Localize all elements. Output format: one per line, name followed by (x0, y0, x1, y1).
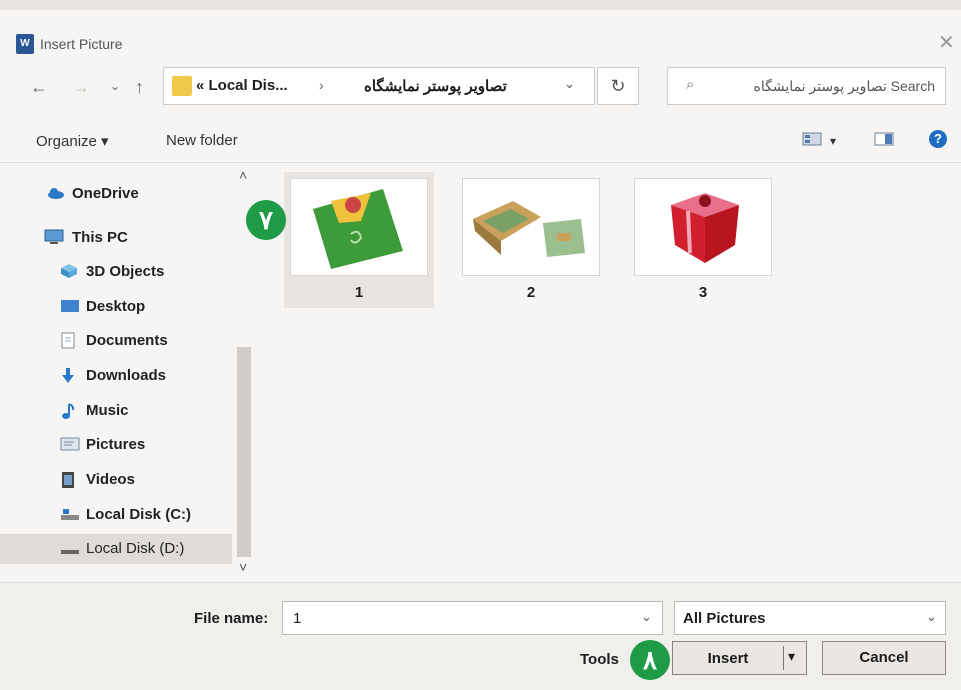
breadcrumb-separator-icon[interactable]: › (319, 77, 324, 93)
title-bar: W Insert Picture ✕ (0, 10, 961, 60)
view-options-icon[interactable] (802, 132, 822, 146)
sidebar-item-label: This PC (72, 229, 128, 246)
music-icon (60, 402, 78, 419)
address-prefix[interactable]: « Local Dis... (196, 77, 288, 94)
download-icon (60, 367, 78, 383)
search-icon: ⌕ (686, 76, 695, 93)
organize-button[interactable]: Organize ▾ (36, 132, 109, 150)
insert-options-arrow-icon[interactable]: ▾ (788, 648, 795, 665)
file-thumbnail-2 (462, 178, 600, 276)
file-name-label: File name: (194, 610, 269, 627)
insert-button[interactable]: Insert ▾ (672, 641, 807, 675)
forward-icon[interactable]: → (72, 77, 90, 98)
address-bar[interactable]: « Local Dis... › تصاویر پوستر نمایشگاه ⌄ (163, 67, 595, 105)
insert-button-label[interactable]: Insert (673, 650, 783, 667)
file-name-1: 1 (354, 284, 364, 301)
navigation-row: ← → ⌄ ↑ « Local Dis... › تصاویر پوستر نم… (0, 67, 961, 109)
dialog-title: Insert Picture (40, 36, 123, 52)
sidebar-item-label: Music (86, 402, 129, 419)
sidebar-item-music[interactable]: Music (0, 397, 232, 425)
computer-icon (44, 229, 64, 245)
sidebar-item-pictures[interactable]: Pictures (0, 431, 232, 459)
new-folder-button[interactable]: New folder (166, 132, 238, 149)
sidebar-item-label: Videos (86, 471, 135, 488)
sidebar-item-label: Downloads (86, 367, 167, 384)
navigation-pane: OneDrive This PC 3D Objects Desktop Docu… (0, 162, 232, 582)
drive-icon (60, 506, 79, 522)
dialog-footer: File name: 1 ⌄ All Pictures ⌄ Tools Inse… (0, 582, 961, 690)
scrollbar-thumb[interactable] (237, 347, 251, 557)
recent-locations-icon[interactable]: ⌄ (110, 79, 120, 93)
preview-pane-icon[interactable] (874, 132, 894, 146)
cube-icon (60, 263, 78, 279)
sidebar-item-local-disk-c[interactable]: Local Disk (C:) (0, 501, 232, 529)
sidebar-item-local-disk-d[interactable]: Local Disk (D:) (0, 534, 232, 564)
word-app-icon: W (16, 34, 34, 54)
search-placeholder[interactable]: Search تصاویر پوستر نمایشگاه (754, 78, 936, 95)
sidebar-item-videos[interactable]: Videos (0, 466, 232, 494)
file-list: 1 2 3 (260, 162, 961, 582)
step-7-badge: ۷ (246, 200, 286, 240)
pictures-icon (60, 436, 80, 452)
address-dropdown-icon[interactable]: ⌄ (564, 76, 575, 92)
refresh-icon[interactable]: ↻ (597, 67, 639, 105)
file-name-3: 3 (698, 284, 708, 301)
sidebar-item-label: Desktop (86, 298, 146, 315)
step-8-badge: ۸ (630, 640, 670, 680)
address-current-folder[interactable]: تصاویر پوستر نمایشگاه (364, 77, 507, 95)
sidebar-item-onedrive[interactable]: OneDrive (0, 180, 232, 208)
sidebar-item-documents[interactable]: Documents (0, 327, 232, 355)
sidebar-item-downloads[interactable]: Downloads (0, 362, 232, 390)
file-name-2: 2 (526, 284, 536, 301)
file-item-1[interactable]: 1 (284, 172, 434, 308)
sidebar-item-label: Pictures (86, 436, 146, 453)
file-type-select[interactable]: All Pictures (674, 601, 946, 635)
up-icon[interactable]: ↑ (135, 77, 144, 98)
folder-icon (172, 76, 192, 96)
sidebar-item-label: OneDrive (72, 185, 139, 202)
back-icon[interactable]: ← (30, 77, 48, 98)
file-item-2[interactable]: 2 (456, 172, 606, 308)
video-icon (60, 471, 78, 488)
file-thumbnail-3 (634, 178, 772, 276)
file-type-dropdown-icon[interactable]: ⌄ (926, 609, 937, 625)
cloud-icon (46, 185, 64, 201)
command-toolbar: Organize ▾ New folder ▾ ? (0, 116, 961, 163)
sidebar-item-label: 3D Objects (86, 263, 165, 280)
scroll-down-icon[interactable]: ˅ (239, 559, 247, 575)
insert-picture-dialog: W Insert Picture ✕ ← → ⌄ ↑ « Local Dis..… (0, 0, 961, 690)
drive-icon (60, 541, 79, 557)
tools-button[interactable]: Tools (580, 651, 619, 668)
view-menu-arrow-icon[interactable]: ▾ (830, 134, 836, 148)
scroll-up-icon[interactable]: ˄ (239, 167, 247, 183)
sidebar-item-desktop[interactable]: Desktop (0, 293, 232, 321)
file-name-dropdown-icon[interactable]: ⌄ (641, 609, 652, 625)
sidebar-item-label: Documents (86, 332, 168, 349)
file-item-3[interactable]: 3 (628, 172, 778, 308)
help-icon[interactable]: ? (929, 130, 947, 148)
search-box[interactable]: ⌕ Search تصاویر پوستر نمایشگاه (667, 67, 946, 105)
sidebar-item-3d-objects[interactable]: 3D Objects (0, 258, 232, 286)
top-strip (0, 0, 961, 10)
file-name-input[interactable]: 1 (282, 601, 663, 635)
file-thumbnail-1 (290, 178, 428, 276)
sidebar-item-label: Local Disk (D:) (86, 540, 185, 557)
insert-split-divider (783, 646, 784, 670)
sidebar-item-label: Local Disk (C:) (86, 506, 192, 523)
sidebar-item-this-pc[interactable]: This PC (0, 224, 232, 252)
close-icon[interactable]: ✕ (938, 30, 955, 55)
document-icon (60, 332, 78, 349)
cancel-button[interactable]: Cancel (822, 641, 946, 675)
desktop-icon (60, 298, 79, 314)
